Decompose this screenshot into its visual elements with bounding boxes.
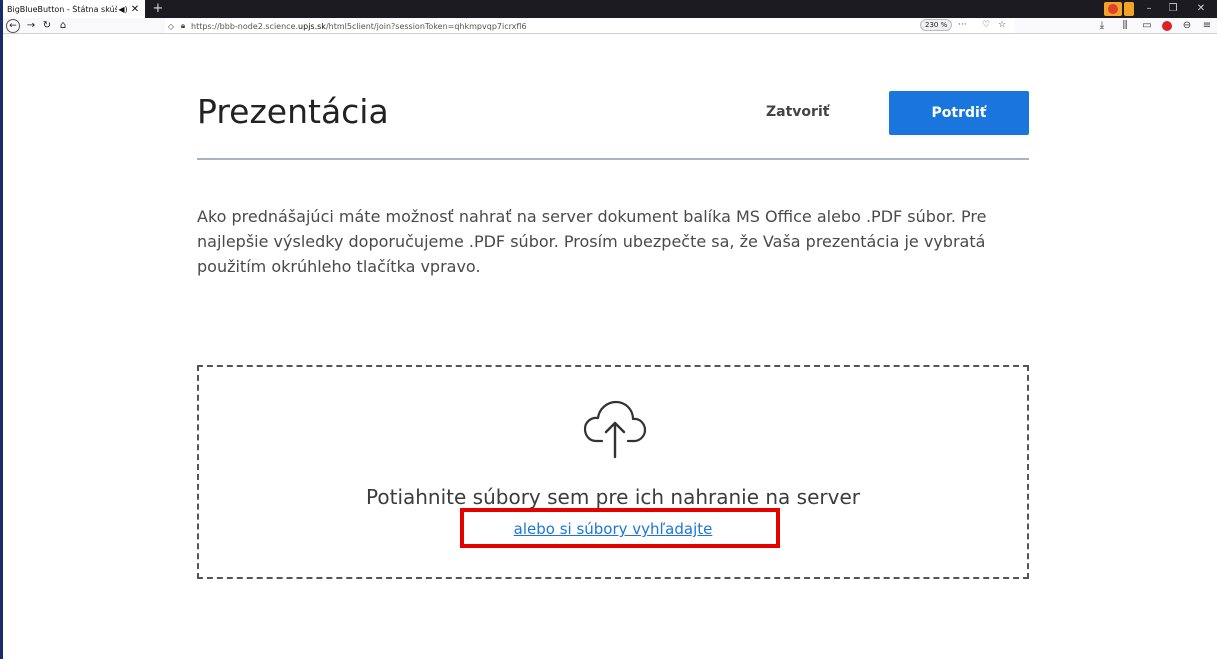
cloud-upload-icon xyxy=(583,400,647,459)
reload-icon[interactable]: ↻ xyxy=(40,18,54,34)
tab-title: BigBlueButton - Štátna skúška - xyxy=(7,4,117,14)
downloads-icon[interactable]: ⤓ xyxy=(1095,18,1109,34)
url-domain: upjs.sk xyxy=(298,21,326,31)
minimize-button[interactable]: – xyxy=(1138,0,1160,18)
browser-nav-bar: ← → ↻ ⌂ ◇ 🔒︎ https://bbb-node2.science.u… xyxy=(0,18,1217,34)
browser-tab[interactable]: BigBlueButton - Štátna skúška - ◀) ✕ xyxy=(3,0,145,18)
account-icon[interactable]: ⊖ xyxy=(1180,18,1194,34)
close-button[interactable]: Zatvoriť xyxy=(766,104,829,120)
extension-icon[interactable] xyxy=(1124,2,1134,16)
upload-description: Ako prednášajúci máte možnosť nahrať na … xyxy=(197,207,987,276)
page-actions-icon[interactable]: ··· xyxy=(958,18,967,32)
modal-title: Prezentácia xyxy=(197,92,389,131)
lock-icon[interactable]: 🔒︎ xyxy=(177,21,189,31)
menu-icon[interactable]: ≡ xyxy=(1200,18,1214,34)
shield-icon[interactable]: ◇ xyxy=(165,22,177,31)
restore-button[interactable]: ❐ xyxy=(1162,0,1184,18)
tab-close-icon[interactable]: ✕ xyxy=(129,4,141,15)
back-icon[interactable]: ← xyxy=(6,19,20,33)
confirm-button[interactable]: Potrdiť xyxy=(889,91,1029,135)
library-icon[interactable]: ⫼ xyxy=(1118,18,1132,34)
window-close-button[interactable]: ✕ xyxy=(1190,0,1212,18)
forward-icon[interactable]: → xyxy=(24,18,38,34)
url-bar[interactable]: ◇ 🔒︎ https://bbb-node2.science.upjs.sk/h… xyxy=(165,19,1015,33)
url-text: https://bbb-node2.science.upjs.sk/html5c… xyxy=(191,22,527,31)
url-path: /html5client/join?sessionToken=qhkmpvqp7… xyxy=(325,21,527,31)
home-icon[interactable]: ⌂ xyxy=(56,18,70,34)
highlight-annotation xyxy=(460,508,780,548)
zoom-level-badge[interactable]: 230 % xyxy=(920,19,953,31)
header-divider xyxy=(197,158,1029,160)
adblock-icon[interactable] xyxy=(1162,21,1172,31)
firefox-extension-icon[interactable] xyxy=(1104,2,1122,16)
url-prefix: https://bbb-node2.science. xyxy=(191,21,299,31)
browser-tab-bar: BigBlueButton - Štátna skúška - ◀) ✕ + –… xyxy=(0,0,1217,18)
speaker-icon[interactable]: ◀) xyxy=(117,5,129,14)
bookmark-star-icon[interactable]: ☆ xyxy=(998,18,1006,32)
dropzone-text: Potiahnite súbory sem pre ich nahranie n… xyxy=(366,485,860,509)
window-border xyxy=(0,0,3,659)
pocket-icon[interactable]: ♡ xyxy=(982,18,990,32)
sidebar-icon[interactable]: ▭ xyxy=(1140,18,1154,34)
new-tab-button[interactable]: + xyxy=(150,0,166,18)
